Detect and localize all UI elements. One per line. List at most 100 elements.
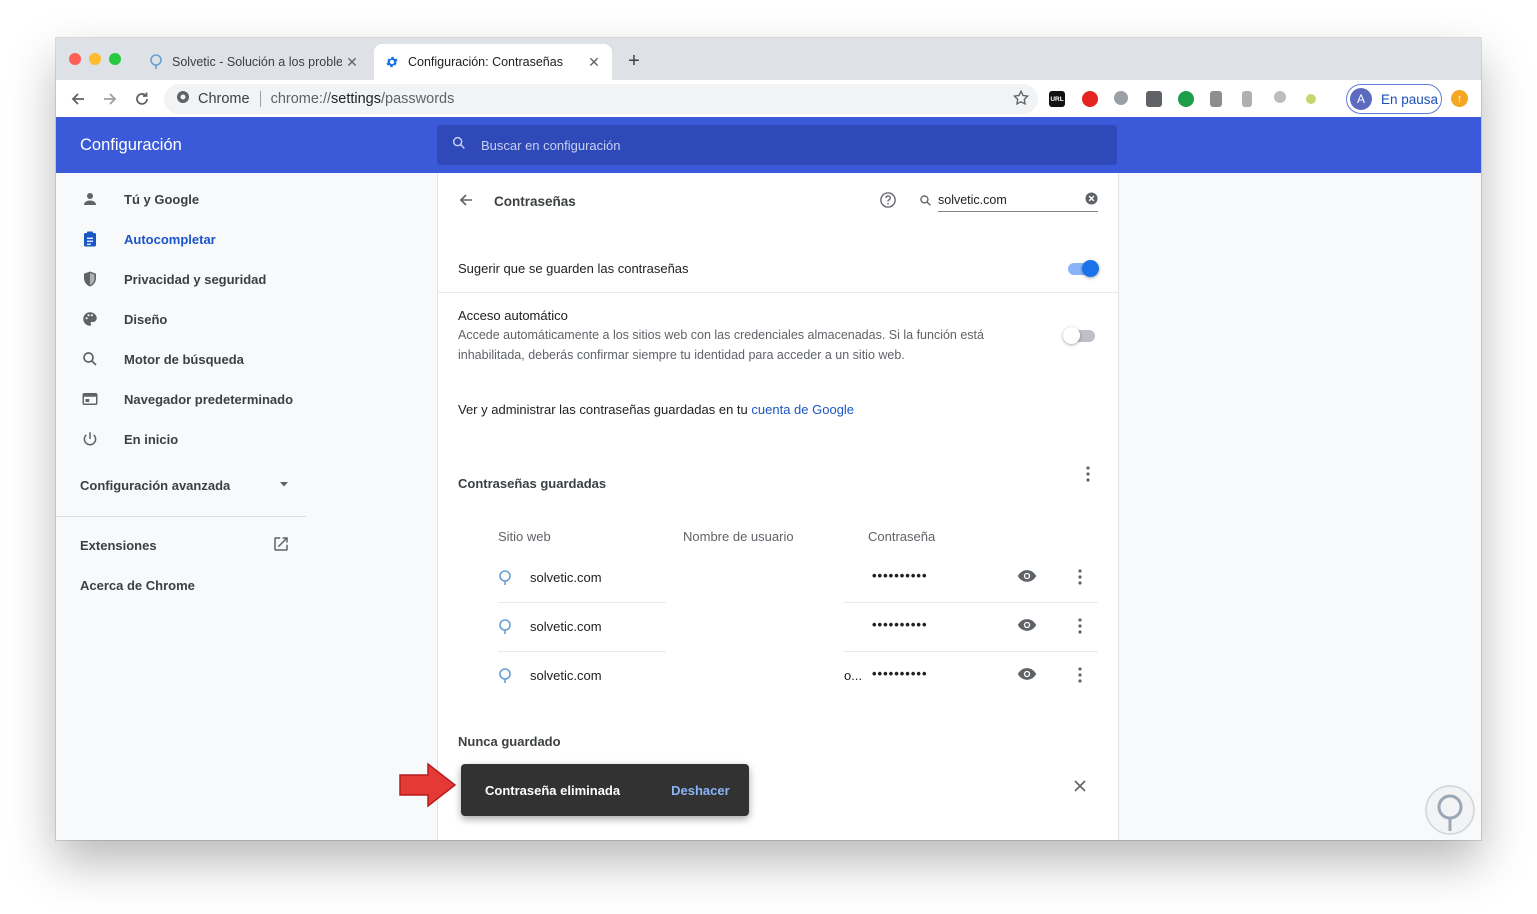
never-saved-heading: Nunca guardado — [458, 734, 561, 749]
dropdown-arrow-icon — [278, 478, 290, 493]
password-search-input[interactable]: solvetic.com — [938, 193, 1007, 207]
sidebar-item-search-engine[interactable]: Motor de búsqueda — [56, 339, 306, 379]
k-extension-icon[interactable] — [1178, 91, 1194, 107]
row-more-vert-icon[interactable] — [1074, 568, 1086, 591]
sidebar-item-label: Privacidad y seguridad — [124, 271, 267, 287]
sidebar-divider — [56, 516, 306, 517]
extension-icon-4[interactable] — [1146, 91, 1162, 107]
forward-arrow-icon[interactable] — [97, 86, 123, 112]
settings-search-input[interactable] — [479, 136, 1083, 154]
undo-button[interactable]: Deshacer — [671, 783, 730, 798]
saved-passwords-heading: Contraseñas guardadas — [458, 476, 607, 491]
update-arrow-icon[interactable]: ↑ — [1451, 90, 1468, 107]
auto-signin-toggle[interactable] — [1063, 327, 1095, 344]
password-site[interactable]: solvetic.com — [530, 570, 602, 585]
about-label: Acerca de Chrome — [80, 578, 195, 593]
extensions-label: Extensiones — [80, 538, 157, 553]
reload-icon[interactable] — [129, 86, 155, 112]
search-icon — [80, 349, 100, 369]
maximize-window-button[interactable] — [109, 53, 121, 65]
settings-search[interactable] — [437, 125, 1117, 165]
clear-search-icon[interactable] — [1085, 192, 1098, 210]
password-site[interactable]: solvetic.com — [530, 619, 602, 634]
extension-icon-6[interactable] — [1210, 91, 1222, 107]
back-arrow-icon[interactable] — [458, 192, 474, 213]
tab-strip: Solvetic - Solución a los problem ✕ Conf… — [56, 38, 1481, 80]
sidebar-item-on-startup[interactable]: En inicio — [56, 419, 306, 459]
sidebar-item-default-browser[interactable]: Navegador predeterminado — [56, 379, 306, 419]
opera-extension-icon[interactable] — [1082, 91, 1098, 107]
tab-solvetic[interactable]: Solvetic - Solución a los problem ✕ — [138, 44, 370, 80]
help-icon[interactable] — [879, 191, 897, 214]
address-bar[interactable]: Chrome chrome://settings/passwords — [164, 84, 1038, 114]
advanced-label: Configuración avanzada — [80, 478, 231, 493]
password-row: solvetic.com •••••••••• — [438, 554, 1118, 603]
password-row: solvetic.com •••••••••• — [438, 603, 1118, 652]
chrome-label: Chrome — [198, 91, 250, 107]
extension-icon-9[interactable] — [1306, 94, 1316, 104]
sidebar-item-label: En inicio — [124, 431, 179, 447]
offer-to-save-toggle[interactable] — [1068, 260, 1099, 277]
tab-settings-passwords[interactable]: Configuración: Contraseñas ✕ — [374, 44, 612, 80]
chrome-chip-icon — [176, 90, 190, 108]
password-search-field[interactable]: solvetic.com — [938, 191, 1098, 212]
sidebar-item-appearance[interactable]: Diseño — [56, 299, 306, 339]
url-text: chrome://settings/passwords — [271, 91, 455, 107]
auto-signin-title: Acceso automático — [458, 308, 568, 323]
sidebar-item-label: Autocompletar — [124, 231, 216, 247]
back-arrow-icon[interactable] — [65, 86, 91, 112]
shield-icon — [80, 269, 100, 289]
passwords-card: Contraseñas solvetic.com Sugerir que se … — [437, 173, 1119, 840]
new-tab-button[interactable]: + — [622, 50, 646, 73]
password-value: •••••••••• — [872, 666, 928, 681]
close-tab-icon[interactable]: ✕ — [342, 54, 362, 71]
url-extension-label: URL — [1050, 95, 1064, 103]
section-title: Contraseñas — [494, 194, 576, 209]
gear-icon — [384, 54, 400, 70]
row-more-vert-icon[interactable] — [1074, 666, 1086, 689]
close-icon[interactable] — [1073, 779, 1087, 798]
power-icon — [80, 429, 100, 449]
show-password-eye-icon[interactable] — [1017, 569, 1037, 588]
solvetic-favicon-icon — [148, 54, 164, 70]
search-icon — [451, 135, 467, 156]
url-extension-icon[interactable]: URL — [1049, 91, 1065, 107]
google-account-link[interactable]: cuenta de Google — [751, 402, 854, 417]
close-window-button[interactable] — [69, 53, 81, 65]
password-value: •••••••••• — [872, 617, 928, 632]
omnibox-separator — [259, 91, 261, 107]
account-text: Ver y administrar las contraseñas guarda… — [458, 402, 748, 417]
advanced-settings-toggle[interactable]: Configuración avanzada — [80, 478, 290, 493]
password-value: •••••••••• — [872, 568, 928, 583]
row-more-vert-icon[interactable] — [1074, 617, 1086, 640]
avatar: A — [1350, 88, 1372, 110]
sidebar-item-privacy[interactable]: Privacidad y seguridad — [56, 259, 306, 299]
bookmark-star-icon[interactable] — [1012, 89, 1030, 111]
browser-icon — [80, 389, 100, 409]
extension-icon-7[interactable] — [1242, 91, 1252, 107]
sidebar: Tú y Google Autocompletar Privacidad y s… — [56, 173, 306, 840]
sidebar-item-about-chrome[interactable]: Acerca de Chrome — [80, 578, 290, 593]
browser-window: Solvetic - Solución a los problem ✕ Conf… — [56, 38, 1481, 840]
toast-notification: Contraseña eliminada Deshacer — [461, 764, 749, 816]
more-vert-icon[interactable] — [1080, 465, 1096, 488]
show-password-eye-icon[interactable] — [1017, 618, 1037, 637]
page-title: Configuración — [80, 136, 182, 154]
browser-toolbar: Chrome chrome://settings/passwords URL A… — [56, 80, 1481, 119]
extension-icon-3[interactable] — [1114, 91, 1128, 105]
profile-button[interactable]: A En pausa — [1346, 84, 1442, 114]
show-password-eye-icon[interactable] — [1017, 667, 1037, 686]
close-tab-icon[interactable]: ✕ — [584, 54, 604, 71]
sidebar-item-autofill[interactable]: Autocompletar — [56, 219, 306, 259]
sidebar-item-label: Diseño — [124, 311, 168, 327]
minimize-window-button[interactable] — [89, 53, 101, 65]
column-header-username: Nombre de usuario — [683, 529, 794, 544]
tab-title: Solvetic - Solución a los problem — [172, 55, 342, 69]
password-site[interactable]: solvetic.com — [530, 668, 602, 683]
auto-signin-description-line2: inhabilitada, deberás confirmar siempre … — [458, 348, 905, 362]
extension-icon-8[interactable] — [1274, 91, 1286, 103]
sidebar-item-extensions[interactable]: Extensiones — [80, 535, 290, 556]
solvetic-logo-icon — [1425, 785, 1475, 835]
sidebar-item-you-and-google[interactable]: Tú y Google — [56, 179, 306, 219]
solvetic-favicon-icon — [498, 668, 512, 689]
